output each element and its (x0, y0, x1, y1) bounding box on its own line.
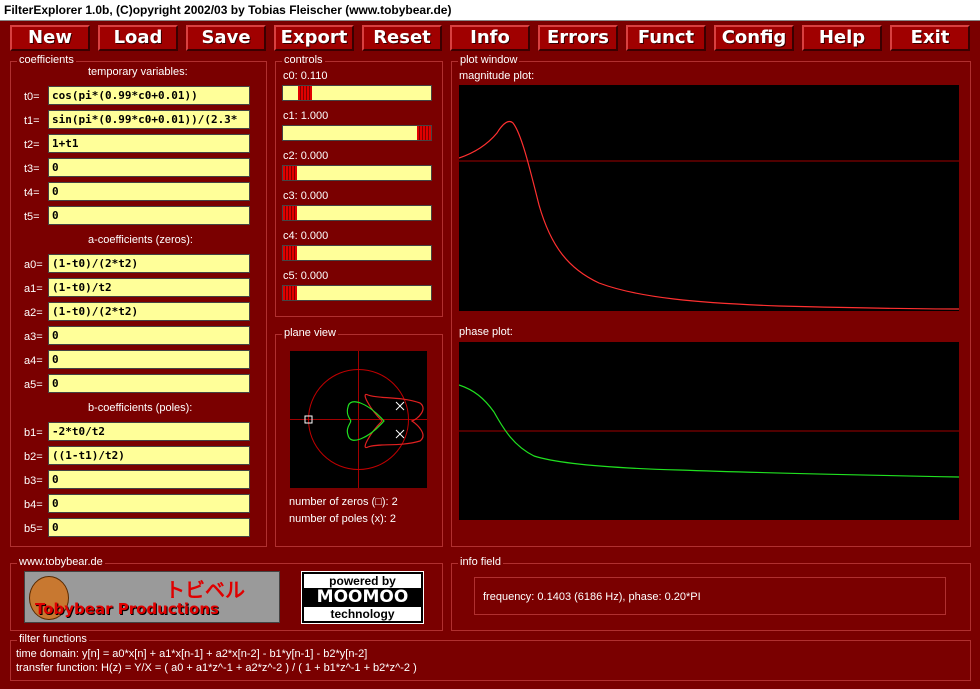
new-button[interactable]: New (10, 25, 90, 51)
c4-label: c4: 0.000 (283, 230, 329, 242)
plane-view-label: plane view (282, 327, 338, 339)
c2-slider[interactable] (282, 165, 432, 181)
a0-label: a0= (24, 259, 43, 271)
powered-by-text: powered by (304, 574, 421, 588)
transfer-function-equation: transfer function: H(z) = Y/X = ( a0 + a… (16, 662, 417, 674)
controls-label: controls (282, 54, 325, 66)
plot-window-label: plot window (458, 54, 520, 66)
a5-label: a5= (24, 379, 43, 391)
b5-label: b5= (24, 523, 43, 535)
help-button[interactable]: Help (802, 25, 882, 51)
phase-contour-green (346, 401, 385, 441)
magnitude-curve (459, 120, 959, 310)
t5-field[interactable]: 0 (48, 206, 250, 225)
a3-field[interactable]: 0 (48, 326, 250, 345)
c4-slider[interactable] (282, 245, 432, 261)
poles-count: number of poles (x): 2 (289, 513, 396, 525)
b5-field[interactable]: 0 (48, 518, 250, 537)
c4-slider-thumb[interactable] (283, 246, 297, 260)
info-field-text: frequency: 0.1403 (6186 Hz), phase: 0.20… (483, 591, 701, 603)
save-button[interactable]: Save (186, 25, 266, 51)
t4-field[interactable]: 0 (48, 182, 250, 201)
moomoo-logo: powered by MOOMOO technology (301, 571, 424, 624)
c1-label: c1: 1.000 (283, 110, 329, 122)
a5-field[interactable]: 0 (48, 374, 250, 393)
coefficients-label: coefficients (17, 54, 76, 66)
filter-functions-label: filter functions (17, 633, 89, 645)
t1-field[interactable]: sin(pi*(0.99*c0+0.01))/(2.3* (48, 110, 250, 129)
exit-button[interactable]: Exit (890, 25, 970, 51)
b3-label: b3= (24, 475, 43, 487)
c0-label: c0: 0.110 (283, 70, 328, 82)
b3-field[interactable]: 0 (48, 470, 250, 489)
zeros-count: number of zeros (□): 2 (289, 496, 398, 508)
t3-label: t3= (24, 163, 40, 175)
t3-field[interactable]: 0 (48, 158, 250, 177)
a-coeff-heading: a-coefficients (zeros): (88, 234, 193, 246)
a2-field[interactable]: (1-t0)/(2*t2) (48, 302, 250, 321)
a4-label: a4= (24, 355, 43, 367)
config-button[interactable]: Config (714, 25, 794, 51)
info-field-label: info field (458, 556, 503, 568)
magnitude-plot-label: magnitude plot: (459, 70, 535, 82)
c0-slider-thumb[interactable] (298, 86, 312, 100)
c3-label: c3: 0.000 (283, 190, 329, 202)
time-domain-equation: time domain: y[n] = a0*x[n] + a1*x[n-1] … (16, 648, 368, 660)
info-field-box: frequency: 0.1403 (6186 Hz), phase: 0.20… (474, 577, 946, 615)
info-button[interactable]: Info (450, 25, 530, 51)
t2-label: t2= (24, 139, 40, 151)
phase-plot-label: phase plot: (459, 326, 513, 338)
a3-label: a3= (24, 331, 43, 343)
phase-plot[interactable] (459, 342, 959, 520)
t2-field[interactable]: 1+t1 (48, 134, 250, 153)
logo-text: Tobybear Productions (35, 600, 219, 618)
b4-field[interactable]: 0 (48, 494, 250, 513)
t0-label: t0= (24, 91, 40, 103)
temp-vars-heading: temporary variables: (88, 66, 188, 78)
c5-slider[interactable] (282, 285, 432, 301)
export-button[interactable]: Export (274, 25, 354, 51)
technology-text: technology (304, 607, 421, 621)
c1-slider-thumb[interactable] (417, 126, 431, 140)
logo-japanese-text: トビベル (165, 578, 245, 602)
b2-label: b2= (24, 451, 43, 463)
t0-field[interactable]: cos(pi*(0.99*c0+0.01)) (48, 86, 250, 105)
t4-label: t4= (24, 187, 40, 199)
a2-label: a2= (24, 307, 43, 319)
t1-label: t1= (24, 115, 40, 127)
funct-button[interactable]: Funct (626, 25, 706, 51)
moomoo-text: MOOMOO (316, 587, 409, 607)
b4-label: b4= (24, 499, 43, 511)
website-label: www.tobybear.de (17, 556, 105, 568)
errors-button[interactable]: Errors (538, 25, 618, 51)
filter-functions-group: filter functions (10, 633, 971, 681)
c5-label: c5: 0.000 (283, 270, 329, 282)
pole-marker-lower[interactable] (395, 429, 405, 439)
c2-slider-thumb[interactable] (283, 166, 297, 180)
a1-field[interactable]: (1-t0)/t2 (48, 278, 250, 297)
tobybear-logo[interactable]: トビベル Tobybear Productions (24, 571, 280, 623)
b1-field[interactable]: -2*t0/t2 (48, 422, 250, 441)
window-title: FilterExplorer 1.0b, (C)opyright 2002/03… (4, 3, 452, 17)
c5-slider-thumb[interactable] (283, 286, 297, 300)
a4-field[interactable]: 0 (48, 350, 250, 369)
b-coeff-heading: b-coefficients (poles): (88, 402, 193, 414)
a0-field[interactable]: (1-t0)/(2*t2) (48, 254, 250, 273)
reset-button[interactable]: Reset (362, 25, 442, 51)
pole-marker-upper[interactable] (395, 401, 405, 411)
load-button[interactable]: Load (98, 25, 178, 51)
c0-slider[interactable] (282, 85, 432, 101)
magnitude-plot[interactable] (459, 85, 959, 311)
b1-label: b1= (24, 427, 43, 439)
a1-label: a1= (24, 283, 43, 295)
t5-label: t5= (24, 211, 40, 223)
z-plane-plot[interactable] (290, 351, 427, 488)
c2-label: c2: 0.000 (283, 150, 329, 162)
b2-field[interactable]: ((1-t1)/t2) (48, 446, 250, 465)
magnitude-contour-red (364, 393, 424, 449)
title-bar: FilterExplorer 1.0b, (C)opyright 2002/03… (0, 0, 980, 21)
c3-slider[interactable] (282, 205, 432, 221)
c3-slider-thumb[interactable] (283, 206, 297, 220)
c1-slider[interactable] (282, 125, 432, 141)
